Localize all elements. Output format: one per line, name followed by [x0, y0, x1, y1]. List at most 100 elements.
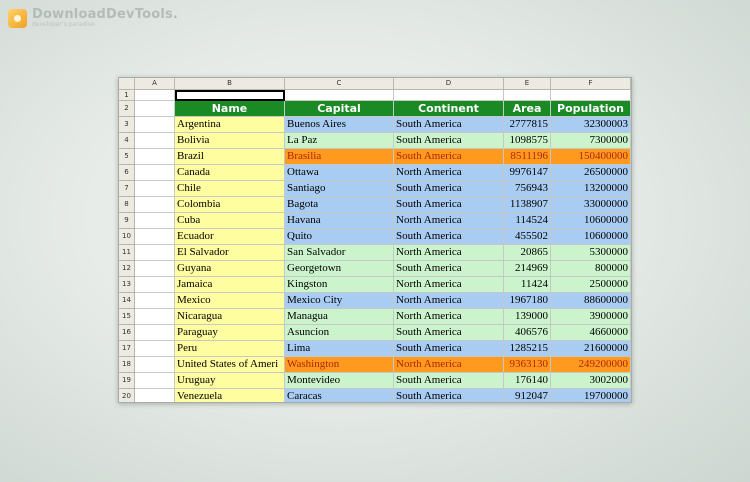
- cell-a[interactable]: [135, 245, 175, 261]
- area-cell[interactable]: 1967180: [504, 293, 551, 309]
- row-header[interactable]: 9: [119, 213, 135, 229]
- header-name[interactable]: Name: [175, 101, 285, 117]
- row-header[interactable]: 3: [119, 117, 135, 133]
- area-cell[interactable]: 2777815: [504, 117, 551, 133]
- population-cell[interactable]: 5300000: [551, 245, 631, 261]
- row-header[interactable]: 8: [119, 197, 135, 213]
- area-cell[interactable]: 9363130: [504, 357, 551, 373]
- continent-cell[interactable]: South America: [394, 149, 504, 165]
- capital-cell[interactable]: Montevideo: [285, 373, 394, 389]
- country-name-cell[interactable]: Paraguay: [175, 325, 285, 341]
- cell-a[interactable]: [135, 133, 175, 149]
- cell-a[interactable]: [135, 389, 175, 402]
- cell-f1[interactable]: [551, 90, 631, 101]
- population-cell[interactable]: 800000: [551, 261, 631, 277]
- column-header-f[interactable]: F: [551, 78, 631, 90]
- cell-a[interactable]: [135, 149, 175, 165]
- cell-a[interactable]: [135, 117, 175, 133]
- continent-cell[interactable]: North America: [394, 293, 504, 309]
- capital-cell[interactable]: Asuncion: [285, 325, 394, 341]
- country-name-cell[interactable]: Mexico: [175, 293, 285, 309]
- capital-cell[interactable]: Washington: [285, 357, 394, 373]
- country-name-cell[interactable]: El Salvador: [175, 245, 285, 261]
- capital-cell[interactable]: Managua: [285, 309, 394, 325]
- row-header[interactable]: 20: [119, 389, 135, 402]
- country-name-cell[interactable]: Canada: [175, 165, 285, 181]
- cell-a[interactable]: [135, 357, 175, 373]
- row-header[interactable]: 15: [119, 309, 135, 325]
- row-header[interactable]: 13: [119, 277, 135, 293]
- capital-cell[interactable]: Caracas: [285, 389, 394, 402]
- continent-cell[interactable]: North America: [394, 213, 504, 229]
- row-header[interactable]: 5: [119, 149, 135, 165]
- population-cell[interactable]: 3900000: [551, 309, 631, 325]
- row-header[interactable]: 12: [119, 261, 135, 277]
- continent-cell[interactable]: North America: [394, 165, 504, 181]
- population-cell[interactable]: 150400000: [551, 149, 631, 165]
- country-name-cell[interactable]: Peru: [175, 341, 285, 357]
- column-header-d[interactable]: D: [394, 78, 504, 90]
- population-cell[interactable]: 19700000: [551, 389, 631, 402]
- country-name-cell[interactable]: Ecuador: [175, 229, 285, 245]
- cell-c1[interactable]: [285, 90, 394, 101]
- continent-cell[interactable]: North America: [394, 357, 504, 373]
- continent-cell[interactable]: South America: [394, 229, 504, 245]
- capital-cell[interactable]: Buenos Aires: [285, 117, 394, 133]
- area-cell[interactable]: 455502: [504, 229, 551, 245]
- cell-a[interactable]: [135, 213, 175, 229]
- country-name-cell[interactable]: Bolivia: [175, 133, 285, 149]
- country-name-cell[interactable]: Venezuela: [175, 389, 285, 402]
- capital-cell[interactable]: Santiago: [285, 181, 394, 197]
- population-cell[interactable]: 7300000: [551, 133, 631, 149]
- capital-cell[interactable]: Georgetown: [285, 261, 394, 277]
- cell-a[interactable]: [135, 165, 175, 181]
- continent-cell[interactable]: North America: [394, 245, 504, 261]
- area-cell[interactable]: 214969: [504, 261, 551, 277]
- continent-cell[interactable]: South America: [394, 133, 504, 149]
- capital-cell[interactable]: Brasilia: [285, 149, 394, 165]
- population-cell[interactable]: 2500000: [551, 277, 631, 293]
- population-cell[interactable]: 249200000: [551, 357, 631, 373]
- cell-e1[interactable]: [504, 90, 551, 101]
- country-name-cell[interactable]: Jamaica: [175, 277, 285, 293]
- cell-a[interactable]: [135, 293, 175, 309]
- area-cell[interactable]: 20865: [504, 245, 551, 261]
- column-header-c[interactable]: C: [285, 78, 394, 90]
- capital-cell[interactable]: Kingston: [285, 277, 394, 293]
- country-name-cell[interactable]: Chile: [175, 181, 285, 197]
- population-cell[interactable]: 32300003: [551, 117, 631, 133]
- cell-a[interactable]: [135, 325, 175, 341]
- cell-a[interactable]: [135, 261, 175, 277]
- cell-a[interactable]: [135, 373, 175, 389]
- cell-d1[interactable]: [394, 90, 504, 101]
- header-continent[interactable]: Continent: [394, 101, 504, 117]
- header-area[interactable]: Area: [504, 101, 551, 117]
- area-cell[interactable]: 1098575: [504, 133, 551, 149]
- row-header[interactable]: 10: [119, 229, 135, 245]
- continent-cell[interactable]: South America: [394, 325, 504, 341]
- population-cell[interactable]: 13200000: [551, 181, 631, 197]
- area-cell[interactable]: 176140: [504, 373, 551, 389]
- area-cell[interactable]: 1285215: [504, 341, 551, 357]
- country-name-cell[interactable]: Uruguay: [175, 373, 285, 389]
- capital-cell[interactable]: Ottawa: [285, 165, 394, 181]
- spreadsheet[interactable]: A B C D E F 1 2 Name Capital Continent A…: [118, 77, 632, 403]
- population-cell[interactable]: 21600000: [551, 341, 631, 357]
- column-header-e[interactable]: E: [504, 78, 551, 90]
- cell-a[interactable]: [135, 277, 175, 293]
- capital-cell[interactable]: San Salvador: [285, 245, 394, 261]
- continent-cell[interactable]: South America: [394, 341, 504, 357]
- country-name-cell[interactable]: Argentina: [175, 117, 285, 133]
- spreadsheet-grid[interactable]: A B C D E F 1 2 Name Capital Continent A…: [119, 78, 631, 402]
- population-cell[interactable]: 10600000: [551, 213, 631, 229]
- continent-cell[interactable]: South America: [394, 261, 504, 277]
- select-all-corner[interactable]: [119, 78, 135, 90]
- capital-cell[interactable]: Bagota: [285, 197, 394, 213]
- continent-cell[interactable]: South America: [394, 373, 504, 389]
- area-cell[interactable]: 406576: [504, 325, 551, 341]
- area-cell[interactable]: 9976147: [504, 165, 551, 181]
- row-header[interactable]: 17: [119, 341, 135, 357]
- capital-cell[interactable]: Havana: [285, 213, 394, 229]
- continent-cell[interactable]: South America: [394, 117, 504, 133]
- cell-a[interactable]: [135, 229, 175, 245]
